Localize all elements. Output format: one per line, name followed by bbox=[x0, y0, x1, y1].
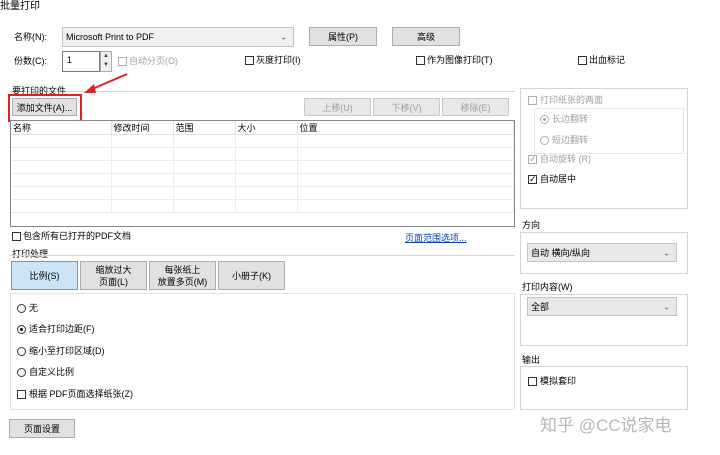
include-open-pdfs-label: 包含所有已打开的PDF文档 bbox=[23, 231, 132, 241]
fit-margins-radio[interactable] bbox=[17, 325, 26, 334]
handling-divider bbox=[10, 255, 515, 256]
copies-input[interactable]: 1 bbox=[62, 51, 100, 72]
tab-shrink-oversized[interactable]: 缩放过大 页面(L) bbox=[80, 261, 147, 290]
tab-scale[interactable]: 比例(S) bbox=[11, 261, 78, 290]
scale-none-radio[interactable] bbox=[17, 304, 26, 313]
column-header-size[interactable]: 大小 bbox=[235, 121, 298, 135]
advanced-button[interactable]: 高级 bbox=[392, 27, 460, 46]
shrink-to-area-label: 缩小至打印区域(D) bbox=[29, 346, 105, 356]
page-range-options-link[interactable]: 页面范围选项... bbox=[405, 231, 467, 244]
watermark: 知乎 @CC说家电 bbox=[540, 416, 672, 435]
custom-scale-label: 自定义比例 bbox=[29, 367, 75, 377]
auto-center-label: 自动居中 bbox=[540, 174, 577, 184]
chevron-down-icon: ⌄ bbox=[280, 32, 287, 42]
orientation-select[interactable]: 自动 横向/纵向 ⌄ bbox=[527, 243, 677, 262]
table-row bbox=[11, 199, 514, 213]
duplex-label: 打印纸张的两面 bbox=[540, 95, 604, 105]
chevron-down-icon: ⌄ bbox=[663, 302, 670, 311]
move-up-button[interactable]: 上移(U) bbox=[304, 98, 371, 116]
copies-value: 1 bbox=[67, 55, 73, 65]
collate-label: 自动分页(O) bbox=[129, 56, 178, 66]
long-edge-radio[interactable] bbox=[540, 115, 549, 124]
simulate-overprint-checkbox[interactable] bbox=[528, 377, 537, 386]
print-content-label: 打印内容(W) bbox=[522, 282, 573, 292]
simulate-overprint-label: 模拟套印 bbox=[540, 376, 577, 386]
long-edge-label: 长边翻转 bbox=[552, 114, 589, 124]
table-row bbox=[11, 160, 514, 174]
table-row bbox=[11, 147, 514, 161]
annotation-highlight-box bbox=[8, 94, 82, 122]
print-content-select[interactable]: 全部 ⌄ bbox=[527, 297, 677, 316]
printer-name-label: 名称(N): bbox=[14, 32, 47, 42]
bleed-marks-checkbox[interactable] bbox=[578, 56, 587, 65]
tab-multiple-pages[interactable]: 每张纸上 放置多页(M) bbox=[149, 261, 216, 290]
grayscale-checkbox[interactable] bbox=[245, 56, 254, 65]
column-header-modified[interactable]: 修改时间 bbox=[111, 121, 174, 135]
table-row bbox=[11, 173, 514, 187]
table-row bbox=[11, 134, 514, 148]
bleed-marks-label: 出血标记 bbox=[589, 55, 626, 65]
page-setup-button[interactable]: 页面设置 bbox=[9, 419, 75, 438]
file-list-table[interactable]: 名称 修改时间 范围 大小 位置 bbox=[10, 120, 515, 227]
column-header-range[interactable]: 范围 bbox=[173, 121, 236, 135]
copies-label: 份数(C): bbox=[14, 56, 47, 66]
column-header-name[interactable]: 名称 bbox=[11, 121, 112, 135]
short-edge-label: 短边翻转 bbox=[552, 135, 589, 145]
copies-stepper[interactable]: ▲ ▼ bbox=[100, 51, 112, 72]
grayscale-label: 灰度打印(I) bbox=[256, 55, 301, 65]
orientation-value: 自动 横向/纵向 bbox=[531, 248, 591, 258]
table-row bbox=[11, 186, 514, 200]
duplex-checkbox[interactable] bbox=[528, 96, 537, 105]
output-panel bbox=[520, 366, 688, 410]
print-as-image-checkbox[interactable] bbox=[416, 56, 425, 65]
short-edge-radio[interactable] bbox=[540, 136, 549, 145]
move-down-button[interactable]: 下移(V) bbox=[373, 98, 440, 116]
printer-select[interactable]: Microsoft Print to PDF ⌄ bbox=[62, 27, 294, 47]
printer-select-value: Microsoft Print to PDF bbox=[66, 32, 155, 42]
scale-none-label: 无 bbox=[29, 303, 39, 313]
collate-checkbox[interactable] bbox=[118, 57, 127, 66]
orientation-label: 方向 bbox=[522, 220, 541, 230]
column-header-location[interactable]: 位置 bbox=[297, 121, 514, 135]
paper-by-pdf-checkbox[interactable] bbox=[17, 390, 26, 399]
annotation-arrow-icon bbox=[84, 73, 128, 93]
shrink-to-area-radio[interactable] bbox=[17, 347, 26, 356]
print-content-value: 全部 bbox=[531, 302, 550, 312]
fit-margins-label: 适合打印边距(F) bbox=[29, 324, 95, 334]
window-title: 批量打印 bbox=[0, 1, 40, 12]
arrow-up-icon[interactable]: ▲ bbox=[101, 52, 111, 61]
arrow-down-icon[interactable]: ▼ bbox=[101, 61, 111, 70]
auto-rotate-label: 自动旋转 (R) bbox=[540, 154, 591, 164]
print-as-image-label: 作为图像打印(T) bbox=[427, 55, 493, 65]
paper-by-pdf-label: 根据 PDF页面选择纸张(Z) bbox=[29, 389, 133, 399]
auto-rotate-checkbox[interactable] bbox=[528, 153, 537, 165]
remove-button[interactable]: 移除(E) bbox=[442, 98, 509, 116]
custom-scale-radio[interactable] bbox=[17, 368, 26, 377]
include-open-pdfs-checkbox[interactable] bbox=[12, 232, 21, 241]
auto-center-checkbox[interactable] bbox=[528, 173, 537, 185]
properties-button[interactable]: 属性(P) bbox=[309, 27, 377, 46]
chevron-down-icon: ⌄ bbox=[663, 248, 670, 257]
output-label: 输出 bbox=[522, 355, 541, 365]
tab-booklet[interactable]: 小册子(K) bbox=[218, 261, 285, 290]
